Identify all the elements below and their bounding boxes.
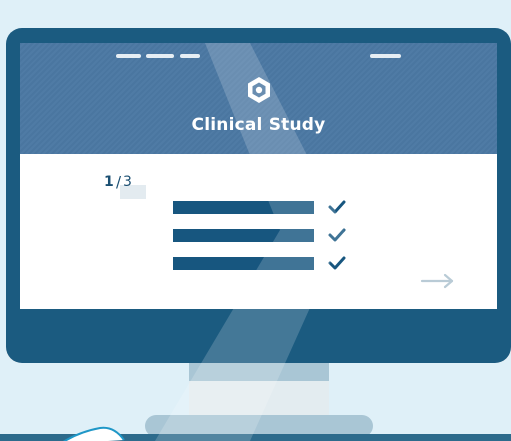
step-current: 1 <box>104 174 114 190</box>
checkmark-icon <box>327 199 347 215</box>
step-total: 3 <box>123 174 132 190</box>
illustration-stage: Clinical Study 1 / 3 <box>0 0 511 441</box>
page-title: Clinical Study <box>191 115 326 135</box>
nav-dash-1[interactable] <box>116 54 141 58</box>
checklist-item-bar <box>173 229 314 242</box>
nav-dash-3[interactable] <box>180 54 200 58</box>
checklist-item-bar <box>173 201 314 214</box>
hexagon-ring-logo-icon <box>244 75 274 105</box>
screen-header: Clinical Study <box>20 43 497 154</box>
checklist-item[interactable] <box>173 227 353 243</box>
monitor-screen: Clinical Study 1 / 3 <box>20 43 497 309</box>
step-separator: / <box>116 173 122 191</box>
checklist-item-bar <box>173 257 314 270</box>
speech-bubble-edge <box>58 426 128 441</box>
right-arrow-icon[interactable] <box>420 273 456 289</box>
monitor-stand-neck-shadow <box>189 363 329 381</box>
checklist-item[interactable] <box>173 255 353 271</box>
nav-dash-2[interactable] <box>146 54 174 58</box>
nav-dash-right[interactable] <box>370 54 401 58</box>
checkmark-icon <box>327 227 347 243</box>
checklist-item[interactable] <box>173 199 353 215</box>
checkmark-icon <box>327 255 347 271</box>
